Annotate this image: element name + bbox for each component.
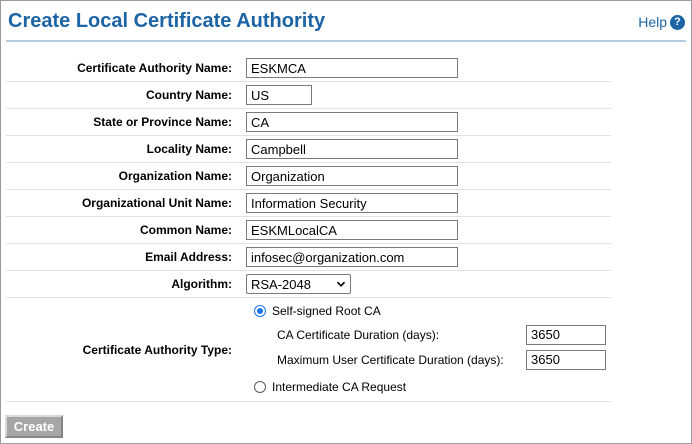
user-duration-input[interactable] (526, 349, 606, 370)
common-name-label: Common Name: (139, 223, 232, 237)
panel-header: Create Local Certificate Authority Help … (1, 1, 691, 42)
common-name-input[interactable] (246, 220, 458, 240)
form-row-ca-type: Certificate Authority Type: Self-signed … (6, 298, 611, 402)
email-address-input[interactable] (246, 247, 458, 267)
state-name-label: State or Province Name: (93, 115, 232, 129)
form-row-country: Country Name: (6, 82, 611, 109)
page-title: Create Local Certificate Authority (8, 10, 326, 32)
algorithm-label: Algorithm: (171, 277, 232, 291)
create-button[interactable]: Create (5, 415, 63, 438)
create-local-ca-panel: Create Local Certificate Authority Help … (0, 0, 692, 444)
help-label: Help (638, 14, 667, 30)
intermediate-option[interactable]: Intermediate CA Request (254, 380, 406, 394)
algorithm-selected-value: RSA-2048 (251, 276, 311, 292)
locality-name-input[interactable] (246, 139, 458, 159)
form-row-state: State or Province Name: (6, 109, 611, 136)
organization-name-input[interactable] (246, 166, 458, 186)
ca-duration-line: CA Certificate Duration (days): (277, 324, 606, 345)
self-signed-label: Self-signed Root CA (272, 303, 381, 318)
user-duration-line: Maximum User Certificate Duration (days)… (277, 349, 606, 370)
form-row-email: Email Address: (6, 244, 611, 271)
form-row-algorithm: Algorithm: RSA-2048 (6, 271, 611, 298)
ca-type-label: Certificate Authority Type: (82, 342, 232, 357)
org-unit-name-label: Organizational Unit Name: (81, 196, 232, 210)
country-name-label: Country Name: (145, 88, 232, 102)
ca-duration-input[interactable] (526, 324, 606, 345)
country-name-input[interactable] (246, 85, 312, 105)
algorithm-select[interactable]: RSA-2048 (246, 274, 351, 294)
ca-name-input[interactable] (246, 58, 458, 78)
user-duration-label: Maximum User Certificate Duration (days)… (277, 352, 504, 367)
ca-form: Certificate Authority Name: Country Name… (6, 55, 611, 402)
form-row-locality: Locality Name: (6, 136, 611, 163)
form-row-ca-name: Certificate Authority Name: (6, 55, 611, 82)
header-divider (6, 40, 686, 42)
ca-type-options: Self-signed Root CA CA Certificate Durat… (239, 298, 611, 402)
ca-duration-label: CA Certificate Duration (days): (277, 327, 440, 342)
help-icon: ? (670, 14, 685, 30)
ca-name-label: Certificate Authority Name: (77, 61, 232, 75)
self-signed-option[interactable]: Self-signed Root CA (254, 304, 381, 318)
organization-name-label: Organization Name: (118, 169, 232, 183)
locality-name-label: Locality Name: (146, 142, 232, 156)
form-row-common-name: Common Name: (6, 217, 611, 244)
email-address-label: Email Address: (145, 250, 232, 264)
intermediate-label: Intermediate CA Request (272, 379, 407, 394)
form-row-organization: Organization Name: (6, 163, 611, 190)
state-name-input[interactable] (246, 112, 458, 132)
chevron-down-icon (336, 281, 346, 287)
org-unit-name-input[interactable] (246, 193, 458, 213)
form-row-org-unit: Organizational Unit Name: (6, 190, 611, 217)
help-link[interactable]: Help ? (638, 14, 685, 30)
self-signed-radio[interactable] (254, 304, 266, 317)
intermediate-radio[interactable] (254, 380, 266, 393)
